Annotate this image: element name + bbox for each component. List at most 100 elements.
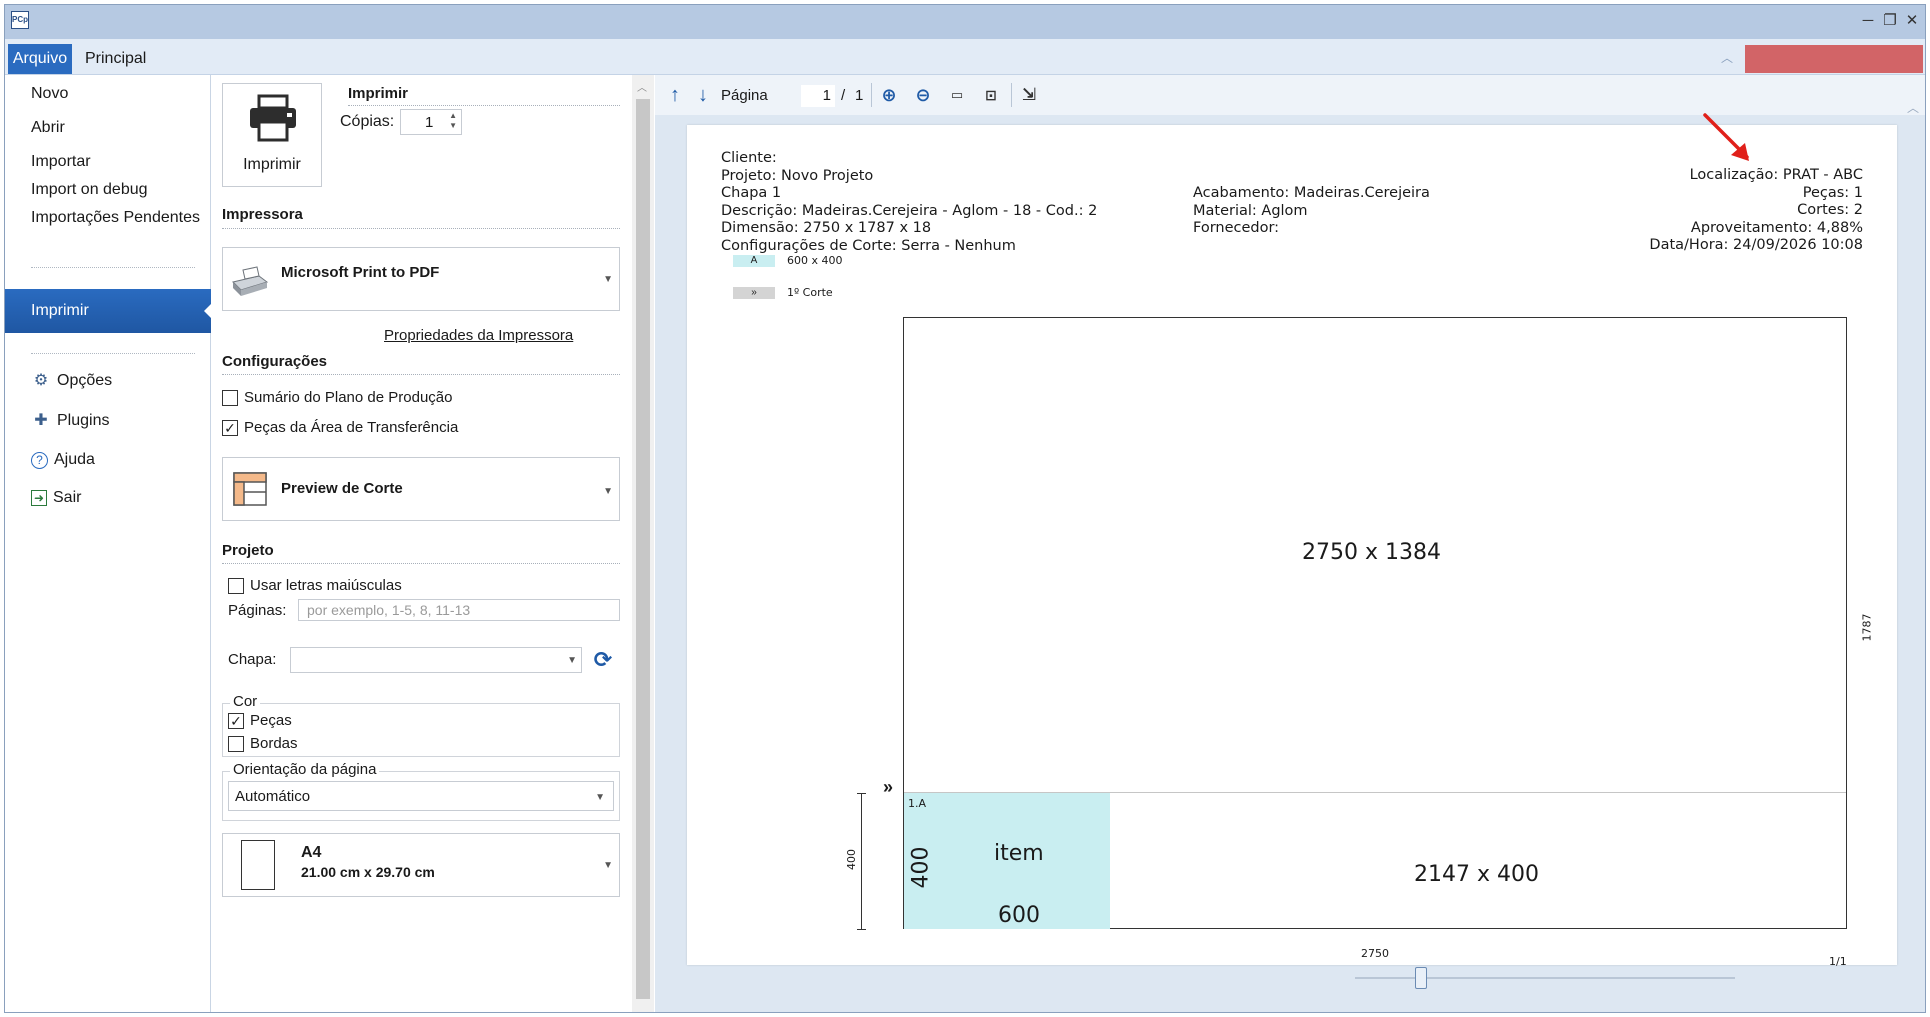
next-page-icon[interactable]: ↓ [691, 83, 715, 107]
nav-plugins-label: Plugins [57, 412, 110, 429]
fit-page-icon[interactable]: ⊡ [979, 83, 1003, 107]
settings-scrollbar[interactable]: ︿ [632, 75, 654, 1012]
printer-device-icon [232, 266, 269, 296]
printer-heading: Impressora [222, 206, 303, 223]
piece-item: 1.A item 400 600 [904, 793, 1110, 929]
copies-stepper[interactable]: 1 ▲ ▼ [400, 109, 462, 135]
separator [222, 563, 620, 564]
page-number-input[interactable]: 1 [801, 85, 835, 107]
app-window: PCp ─ ❐ ✕ Arquivo Principal ︿ Novo Abrir… [4, 4, 1926, 1013]
page-separator: / [841, 87, 846, 104]
page-label: Página [721, 87, 768, 104]
strip-dimension-line [861, 793, 862, 929]
gear-icon: ⚙ [33, 372, 49, 389]
nav-separator [31, 267, 195, 268]
legend-piece-label: 600 x 400 [787, 254, 843, 267]
nav-sair-label: Sair [53, 489, 82, 506]
maiusculas-label: Usar letras maiúsculas [250, 577, 402, 594]
paper-size-dropdown[interactable]: A4 21.00 cm x 29.70 cm ▼ [222, 833, 620, 897]
print-title: Imprimir [348, 85, 409, 102]
chapa-label: Chapa: [228, 651, 277, 668]
maiusculas-checkbox[interactable] [228, 578, 244, 594]
nav-import-debug[interactable]: Import on debug [31, 181, 148, 199]
paper-sheet-icon [241, 840, 275, 890]
cor-bordas-label: Bordas [250, 735, 298, 752]
report-acabamento: Acabamento: Madeiras.Cerejeira [1193, 185, 1430, 201]
title-bar: PCp ─ ❐ ✕ [5, 5, 1925, 39]
pecas-transferencia-checkbox[interactable]: ✓ [222, 420, 238, 436]
orientacao-value: Automático [235, 788, 311, 805]
report-dimensao: Dimensão: 2750 x 1787 x 18 [721, 220, 932, 236]
refresh-icon[interactable]: ⟳ [590, 647, 616, 673]
nav-imprimir[interactable]: Imprimir [5, 289, 212, 333]
legend-cut-swatch: » [733, 287, 775, 299]
nav-opcoes[interactable]: ⚙ Opções [31, 371, 112, 391]
project-heading: Projeto [222, 542, 274, 559]
report-material: Material: Aglom [1193, 202, 1308, 219]
nav-ajuda[interactable]: ? Ajuda [31, 451, 95, 469]
zoom-in-icon[interactable]: ⊕ [877, 83, 901, 107]
ribbon-collapse-icon[interactable]: ︿ [1717, 49, 1737, 65]
cut-layout-icon [233, 472, 267, 506]
printer-icon [250, 94, 296, 142]
nav-novo[interactable]: Novo [31, 85, 68, 103]
preview-scroll-up-icon[interactable]: ︿ [1907, 99, 1919, 116]
zoom-slider-thumb[interactable] [1415, 967, 1427, 989]
report-type-dropdown[interactable]: Preview de Corte ▼ [222, 457, 620, 521]
tab-principal[interactable]: Principal [85, 44, 146, 74]
paginas-placeholder: por exemplo, 1-5, 8, 11-13 [307, 602, 471, 618]
nav-sair[interactable]: ➜ Sair [31, 489, 81, 507]
stepper-arrows-icon[interactable]: ▲ ▼ [449, 111, 457, 131]
copies-label: Cópias: [340, 113, 395, 130]
orientacao-dropdown[interactable]: Automático ▼ [228, 781, 614, 811]
cor-pecas-checkbox[interactable]: ✓ [228, 713, 244, 729]
zoom-slider-track[interactable] [1355, 977, 1735, 979]
help-icon: ? [31, 451, 48, 469]
config-heading: Configurações [222, 353, 328, 370]
sheet-height-label: 1787 [1860, 613, 1874, 642]
printer-name: Microsoft Print to PDF [281, 264, 440, 281]
cor-pecas-label: Peças [250, 712, 292, 729]
print-settings-panel: Imprimir Imprimir Cópias: 1 ▲ ▼ Impressor… [212, 75, 632, 1012]
chevron-down-icon: ▼ [567, 655, 577, 666]
chapa-dropdown[interactable]: ▼ [290, 647, 582, 673]
legend-piece-swatch: A [733, 255, 775, 267]
scroll-up-icon[interactable]: ︿ [637, 79, 647, 94]
zoom-out-icon[interactable]: ⊖ [911, 83, 935, 107]
printer-properties-link[interactable]: Propriedades da Impressora [384, 327, 573, 344]
copies-value: 1 [425, 114, 434, 131]
piece-height: 400 [908, 846, 934, 889]
toolbar-separator [1011, 83, 1012, 107]
pecas-transferencia-label: Peças da Área de Transferência [244, 419, 459, 436]
nav-ajuda-label: Ajuda [54, 451, 95, 468]
nav-abrir[interactable]: Abrir [31, 119, 65, 137]
sumario-checkbox[interactable] [222, 390, 238, 406]
report-page: Cliente: Projeto: Novo Projeto Chapa 1 D… [687, 113, 1897, 968]
separator [348, 105, 620, 106]
nav-importacoes-pendentes[interactable]: Importações Pendentes [31, 209, 200, 227]
previous-page-icon[interactable]: ↑ [663, 83, 687, 107]
close-button[interactable]: ✕ [1901, 10, 1923, 32]
zoom-100-icon[interactable]: ▭ [945, 83, 969, 107]
paginas-input[interactable]: por exemplo, 1-5, 8, 11-13 [298, 599, 620, 621]
scrollbar-thumb[interactable] [636, 99, 650, 999]
nav-plugins[interactable]: ✚ Plugins [31, 411, 109, 431]
report-config-corte: Configurações de Corte: Serra - Nenhum [721, 237, 1016, 254]
print-preview: ↑ ↓ Página 1 / 1 ⊕ ⊖ ▭ ⊡ ⇲ ︿ Cliente: Pr… [655, 75, 1925, 1012]
tab-arquivo[interactable]: Arquivo [8, 44, 72, 74]
app-icon: PCp [11, 11, 29, 29]
paper-name: A4 [301, 844, 322, 861]
cor-bordas-checkbox[interactable] [228, 736, 244, 752]
restore-button[interactable]: ❐ [1879, 10, 1901, 32]
orientacao-title: Orientação da página [230, 761, 380, 778]
nav-importar[interactable]: Importar [31, 153, 91, 171]
print-button-label: Imprimir [243, 156, 301, 173]
strip-dimension-label: 400 [845, 849, 858, 870]
print-button[interactable]: Imprimir [222, 83, 322, 187]
minimize-button[interactable]: ─ [1857, 10, 1879, 32]
annotation-arrow-icon [1703, 113, 1749, 161]
page-total: 1 [855, 87, 864, 104]
export-icon[interactable]: ⇲ [1017, 83, 1041, 107]
sumario-label: Sumário do Plano de Produção [244, 389, 453, 406]
printer-dropdown[interactable]: Microsoft Print to PDF ▼ [222, 247, 620, 311]
